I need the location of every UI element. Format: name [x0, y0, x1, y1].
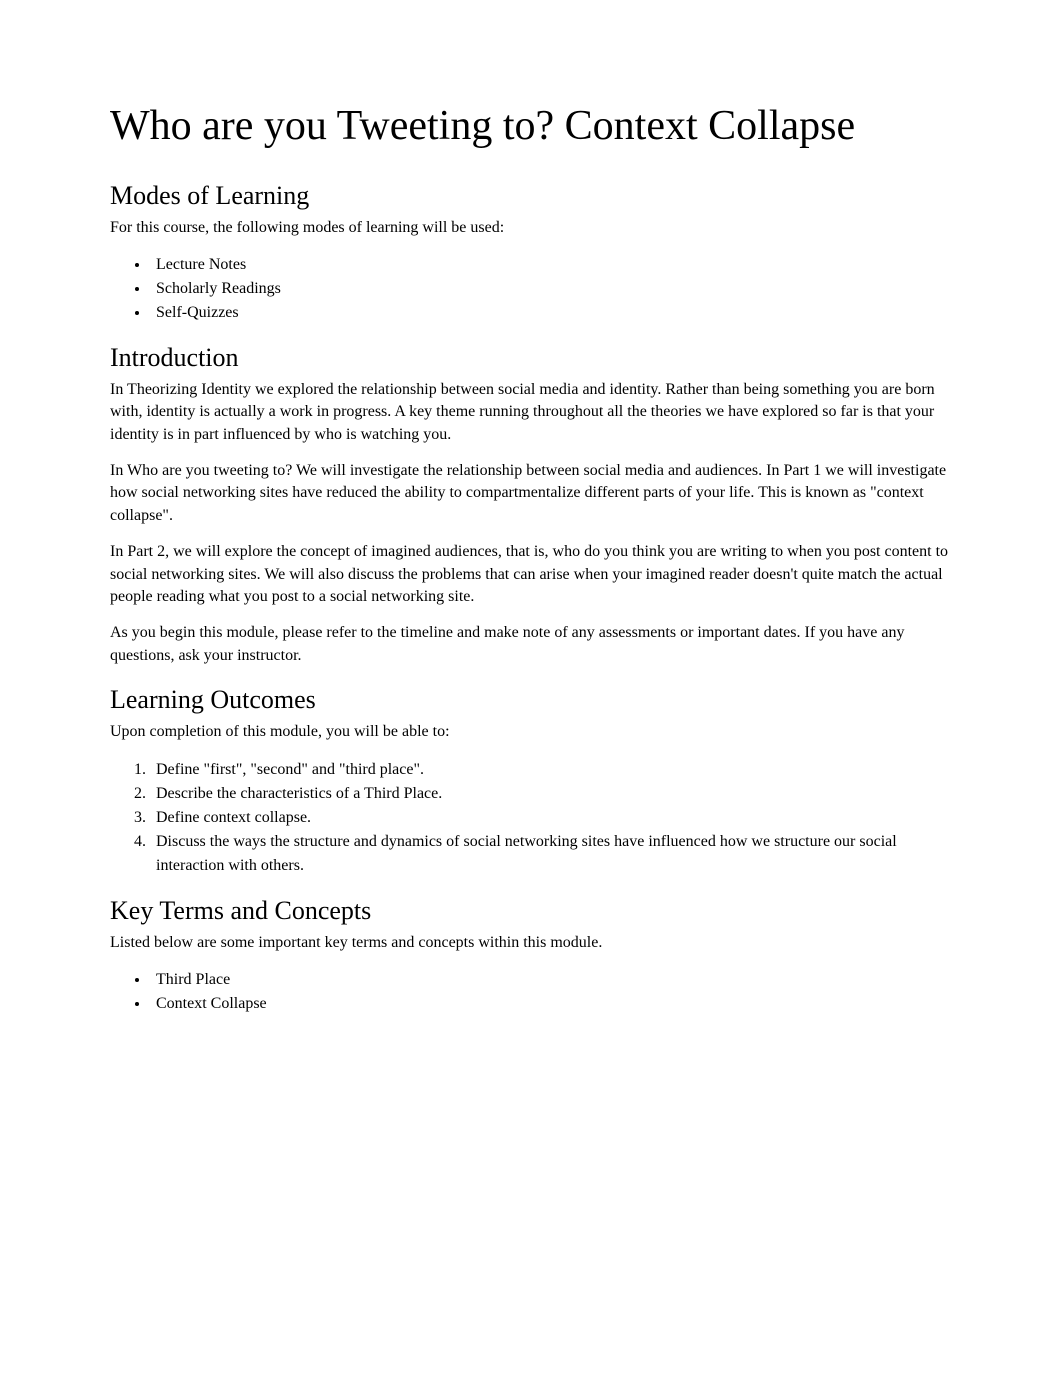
learning-outcomes-heading: Learning Outcomes [110, 685, 952, 715]
list-item: Define context collapse. [150, 806, 952, 830]
modes-of-learning-list: Lecture Notes Scholarly Readings Self-Qu… [110, 253, 952, 325]
list-item: Define "first", "second" and "third plac… [150, 758, 952, 782]
key-terms-intro: Listed below are some important key term… [110, 932, 952, 954]
introduction-paragraph: In Part 2, we will explore the concept o… [110, 541, 952, 608]
list-item: Scholarly Readings [150, 277, 952, 301]
key-terms-list: Third Place Context Collapse [110, 968, 952, 1016]
introduction-paragraph: As you begin this module, please refer t… [110, 622, 952, 667]
learning-outcomes-list: Define "first", "second" and "third plac… [110, 758, 952, 878]
learning-outcomes-section: Learning Outcomes Upon completion of thi… [110, 685, 952, 877]
list-item: Context Collapse [150, 992, 952, 1016]
modes-of-learning-heading: Modes of Learning [110, 181, 952, 211]
modes-of-learning-section: Modes of Learning For this course, the f… [110, 181, 952, 325]
list-item: Third Place [150, 968, 952, 992]
introduction-paragraph: In Theorizing Identity we explored the r… [110, 379, 952, 446]
list-item: Lecture Notes [150, 253, 952, 277]
introduction-paragraph: In Who are you tweeting to? We will inve… [110, 460, 952, 527]
introduction-heading: Introduction [110, 343, 952, 373]
key-terms-heading: Key Terms and Concepts [110, 896, 952, 926]
modes-of-learning-intro: For this course, the following modes of … [110, 217, 952, 239]
list-item: Discuss the ways the structure and dynam… [150, 830, 952, 878]
document-title: Who are you Tweeting to? Context Collaps… [110, 100, 952, 153]
list-item: Describe the characteristics of a Third … [150, 782, 952, 806]
list-item: Self-Quizzes [150, 301, 952, 325]
key-terms-section: Key Terms and Concepts Listed below are … [110, 896, 952, 1016]
introduction-section: Introduction In Theorizing Identity we e… [110, 343, 952, 667]
learning-outcomes-intro: Upon completion of this module, you will… [110, 721, 952, 743]
